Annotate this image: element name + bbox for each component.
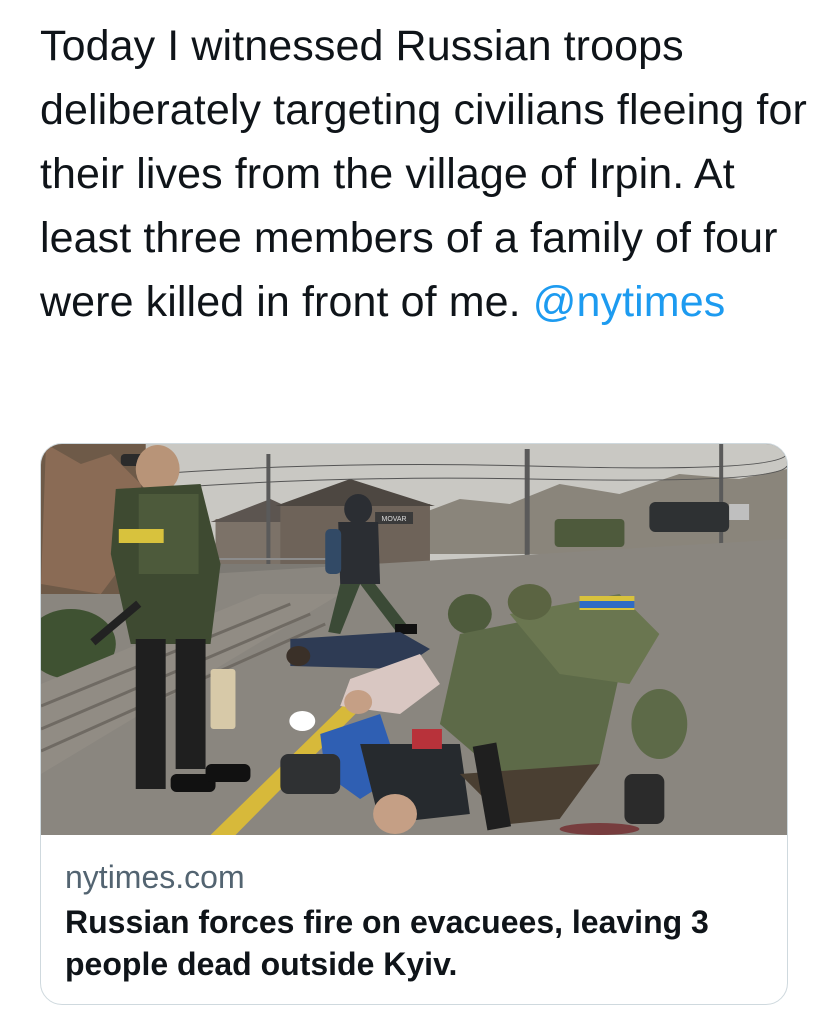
card-domain: nytimes.com: [65, 859, 245, 895]
mention-link[interactable]: @nytimes: [533, 278, 726, 326]
card-headline: Russian forces fire on evacuees, leaving…: [65, 904, 709, 982]
shop-sign-text: MOVAR: [382, 516, 407, 523]
card-photo[interactable]: MOVAR: [41, 444, 787, 835]
link-preview-card[interactable]: MOVAR nytimes.com Russian forces fire on…: [40, 443, 788, 1005]
tweet-text: Today I witnessed Russian troops deliber…: [40, 14, 810, 334]
card-meta: nytimes.com Russian forces fire on evacu…: [65, 857, 763, 985]
card-photo-illustration: MOVAR: [41, 444, 787, 835]
